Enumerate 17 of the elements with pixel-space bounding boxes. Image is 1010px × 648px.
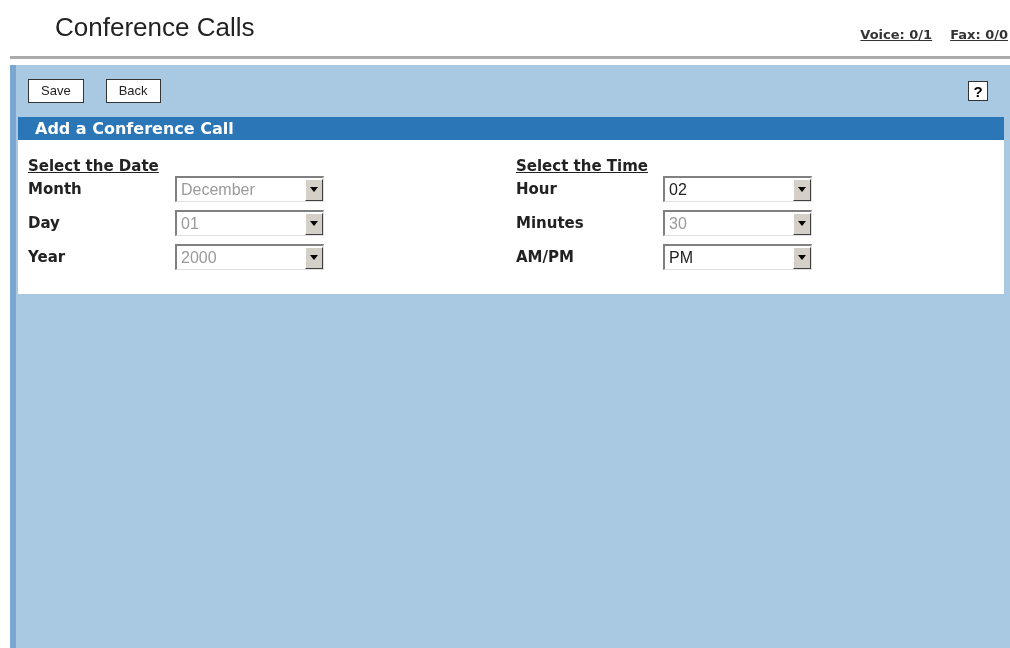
field-label: Year [28, 246, 67, 268]
field-label: Month [28, 178, 83, 200]
field-label: AM/PM [516, 246, 575, 268]
page-title: Conference Calls [55, 14, 255, 40]
dropdown[interactable]: PM [663, 244, 812, 270]
counter-link[interactable]: Voice: 0/1 [860, 24, 933, 44]
counter-link[interactable]: Fax: 0/0 [950, 24, 1008, 44]
field-label: Hour [516, 178, 558, 200]
group-heading: Select the Date [28, 156, 159, 176]
dropdown[interactable]: 02 [663, 176, 812, 202]
section-header: Add a Conference Call [18, 117, 1004, 140]
toolbar-button[interactable]: Back [105, 79, 161, 103]
help-button[interactable]: ? [968, 81, 988, 101]
field-label: Day [28, 212, 61, 234]
group-heading: Select the Time [516, 156, 648, 176]
field-label: Minutes [516, 212, 585, 234]
toolbar-button[interactable]: Save [28, 79, 84, 103]
